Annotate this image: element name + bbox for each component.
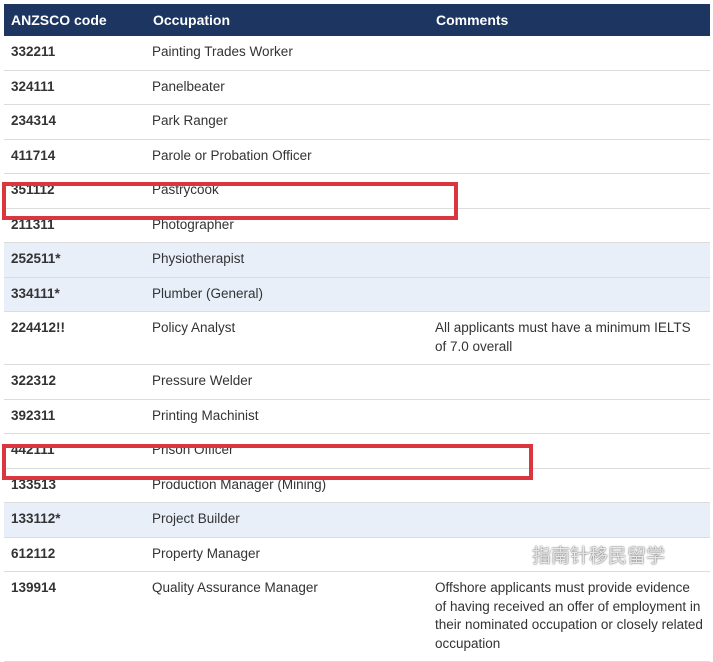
header-occupation[interactable]: Occupation [146,4,429,36]
table-row: 133112* Project Builder [4,502,710,538]
anzsco-code-cell: 411714 [4,139,146,174]
anzsco-code-cell: 139914 [4,571,146,662]
comment-cell [429,433,710,469]
table-row: 351112 Pastrycook [4,173,710,209]
table-row: 332211 Painting Trades Worker [4,36,710,71]
anzsco-code-cell: 324111 [4,70,146,105]
anzsco-code-cell: 133513 [4,468,146,503]
table-row: 334111* Plumber (General) [4,277,710,312]
anzsco-code-cell: 351112 [4,173,146,209]
occupation-cell: Photographer [146,208,429,243]
comment-cell [429,104,710,140]
anzsco-code-cell: 334111* [4,277,146,312]
comment-cell [429,502,710,538]
watermark: 指南针移民留学 [500,539,700,569]
comment-cell: Offshore applicants must provide evidenc… [429,571,710,662]
wechat-icon [500,543,526,565]
header-anzsco-code[interactable]: ANZSCO code [4,4,146,36]
anzsco-code-cell: 332211 [4,36,146,71]
table-header-row: ANZSCO code Occupation Comments [4,4,710,36]
anzsco-code-cell: 133112* [4,502,146,538]
table-row: 224412!! Policy Analyst All applicants mus… [4,311,710,365]
occupation-cell: Policy Analyst [146,311,429,365]
comment-cell [429,364,710,400]
anzsco-code-cell: 392311 [4,399,146,434]
comment-cell [429,36,710,71]
comment-cell [429,242,710,278]
comment-cell [429,139,710,174]
anzsco-code-cell: 211311 [4,208,146,243]
table-row: 411714 Parole or Probation Officer [4,139,710,174]
anzsco-code-cell: 234314 [4,104,146,140]
comment-cell [429,277,710,312]
occupation-cell: Quality Assurance Manager [146,571,429,662]
occupation-cell: Painting Trades Worker [146,36,429,71]
occupation-cell: Pastrycook [146,173,429,209]
occupation-cell: Property Manager [146,537,429,572]
comment-cell [429,468,710,503]
table-row: 234314 Park Ranger [4,104,710,140]
anzsco-code-cell: 322312 [4,364,146,400]
anzsco-code-cell: 442111 [4,433,146,469]
comment-cell [429,173,710,209]
occupation-cell: Project Builder [146,502,429,538]
table-row: 324111 Panelbeater [4,70,710,105]
table-row: 139914 Quality Assurance Manager Offshore … [4,571,710,662]
table-row: 442111 Prison Officer [4,433,710,469]
occupation-cell: Park Ranger [146,104,429,140]
table-row: 133513 Production Manager (Mining) [4,468,710,503]
table-row: 322312 Pressure Welder [4,364,710,400]
comment-cell [429,399,710,434]
occupation-cell: Production Manager (Mining) [146,468,429,503]
comment-cell [429,70,710,105]
occupation-cell: Panelbeater [146,70,429,105]
occupation-cell: Physiotherapist [146,242,429,278]
occupation-cell: Prison Officer [146,433,429,469]
occupation-cell: Plumber (General) [146,277,429,312]
comment-cell [429,208,710,243]
comment-cell: All applicants must have a minimum IELTS… [429,311,710,365]
occupation-cell: Pressure Welder [146,364,429,400]
table-row: 252511* Physiotherapist [4,242,710,278]
anzsco-code-cell: 224412!! [4,311,146,365]
occupation-cell: Printing Machinist [146,399,429,434]
watermark-text: 指南针移民留学 [532,544,666,567]
anzsco-code-cell: 252511* [4,242,146,278]
header-comments[interactable]: Comments [429,4,710,36]
occupation-cell: Parole or Probation Officer [146,139,429,174]
anzsco-code-cell: 612112 [4,537,146,572]
table-row: 392311 Printing Machinist [4,399,710,434]
table-row: 211311 Photographer [4,208,710,243]
